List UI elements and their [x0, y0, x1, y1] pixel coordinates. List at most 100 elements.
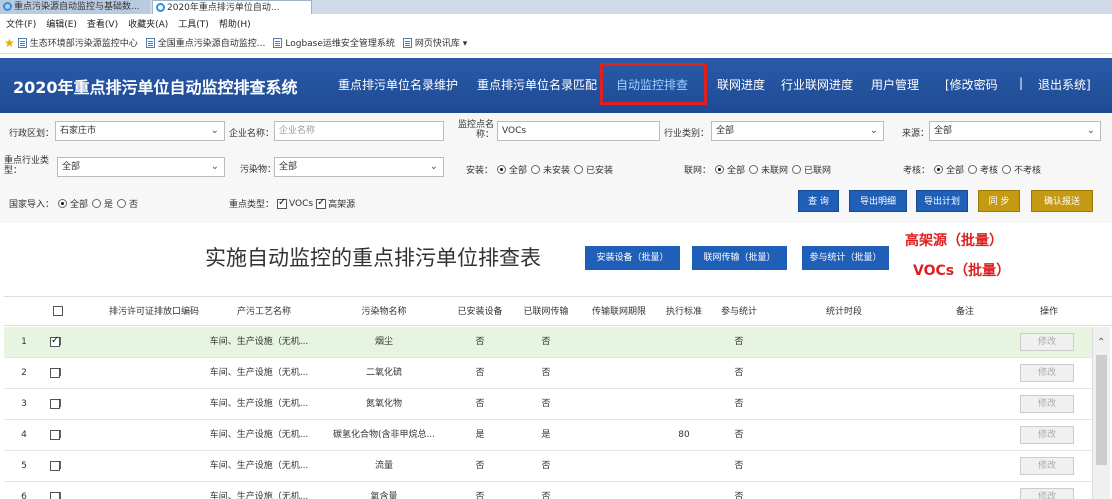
national-radio-group: 国家导入： 全部 是 否 — [9, 199, 139, 210]
batch-network-button[interactable]: 联网传输（批量） — [692, 246, 787, 270]
table-row[interactable]: 6] 车间、生产设施（无机... 氧含量 否 否 否 修改 — [4, 482, 1092, 499]
nav-list-match[interactable]: 重点排污单位名录匹配 — [477, 76, 597, 93]
cell-deadline — [584, 420, 654, 451]
region-select[interactable]: 石家庄市 ⌄ — [55, 121, 225, 141]
menu-edit[interactable]: 编辑(E) — [46, 17, 77, 30]
chevron-down-icon: ⌄ — [1086, 125, 1095, 136]
col-standard: 执行标准 — [665, 307, 702, 317]
col-outlet-code: 排污许可证排放口编码 — [108, 307, 199, 317]
radio-button[interactable] — [1002, 165, 1012, 174]
nav-network-progress[interactable]: 联网进度 — [717, 76, 765, 93]
radio-button[interactable] — [117, 199, 127, 208]
nav-highlight-box — [600, 63, 707, 105]
radio-button[interactable] — [92, 199, 102, 208]
cell-deadline — [584, 482, 654, 499]
menu-view[interactable]: 查看(V) — [87, 17, 118, 30]
cell-standard — [656, 327, 712, 358]
radio-button[interactable] — [715, 165, 725, 174]
nav-list-maintain[interactable]: 重点排污单位名录维护 — [338, 76, 458, 93]
scroll-thumb[interactable] — [1096, 355, 1107, 465]
batch-install-button[interactable]: 安装设备（批量） — [585, 246, 680, 270]
cell-stats: 否 — [734, 337, 744, 347]
company-input[interactable]: 企业名称 — [274, 121, 444, 141]
table-row[interactable]: 3] 车间、生产设施（无机... 氮氧化物 否 否 否 修改 — [4, 389, 1092, 420]
browser-tab-2[interactable]: 2020年重点排污单位自动... — [152, 0, 312, 14]
cell-deadline — [584, 451, 654, 482]
favorite-link[interactable]: 网页快讯库 ▾ — [402, 36, 467, 49]
col-actions: 操作 — [1039, 307, 1058, 317]
radio-button[interactable] — [934, 165, 944, 174]
table-row[interactable]: 5] 车间、生产设施（无机... 流量 否 否 否 修改 — [4, 451, 1092, 482]
radio-button[interactable] — [792, 165, 802, 174]
radio-button[interactable] — [497, 165, 507, 174]
edit-button[interactable]: 修改 — [1020, 395, 1074, 413]
edit-button[interactable]: 修改 — [1020, 333, 1074, 351]
cell-process: 车间、生产设施（无机... — [209, 368, 309, 378]
cell-stats: 否 — [734, 368, 744, 378]
network-radio-group: 联网： 全部 未联网 已联网 — [684, 165, 832, 176]
cell-row-number: 2 — [21, 368, 27, 378]
confirm-submit-button[interactable]: 确认报送 — [1031, 190, 1093, 212]
nav-change-password[interactable]: [修改密码 — [945, 76, 998, 93]
pollutant-label: 污染物： — [240, 165, 277, 175]
radio-button[interactable] — [58, 199, 68, 208]
cell-networked: 否 — [541, 368, 551, 378]
radio-button[interactable] — [574, 165, 584, 174]
col-remark: 备注 — [955, 307, 974, 317]
monitor-input[interactable]: VOCs — [497, 121, 660, 141]
radio-button[interactable] — [968, 165, 978, 174]
select-all-checkbox[interactable] — [53, 306, 63, 316]
cell-stats: 否 — [734, 492, 744, 499]
browser-tab-1[interactable]: 重点污染源自动监控与基础数... — [0, 0, 150, 14]
edit-button[interactable]: 修改 — [1020, 488, 1074, 499]
favorites-star-icon[interactable]: ★ — [4, 36, 15, 50]
export-plan-button[interactable]: 导出计划 — [916, 190, 968, 212]
industry-select[interactable]: 全部 ⌄ — [711, 121, 884, 141]
query-button[interactable]: 查 询 — [798, 190, 839, 212]
edit-button[interactable]: 修改 — [1020, 364, 1074, 382]
sync-button[interactable]: 同 步 — [978, 190, 1020, 212]
col-pollutant: 污染物名称 — [361, 307, 407, 317]
cell-row-number: 4 — [21, 430, 27, 440]
table-row[interactable]: 4] 车间、生产设施（无机... 碳氢化合物(含非甲烷总... 是 是 80 否 修改 — [4, 420, 1092, 451]
radio-button[interactable] — [749, 165, 759, 174]
menu-favorites[interactable]: 收藏夹(A) — [128, 17, 168, 30]
table-header: 排污许可证排放口编码 产污工艺名称 污染物名称 已安装设备 已联网传输 传输联网… — [4, 296, 1112, 326]
checkbox[interactable] — [277, 197, 288, 209]
menu-file[interactable]: 文件(F) — [6, 17, 36, 30]
app-title: 2020年重点排污单位自动监控排查系统 — [13, 78, 298, 97]
app-header: 2020年重点排污单位自动监控排查系统 重点排污单位名录维护 重点排污单位名录匹… — [0, 58, 1112, 113]
table-row[interactable]: 2] 车间、生产设施（无机... 二氧化硫 否 否 否 修改 — [4, 358, 1092, 389]
favorite-link[interactable]: Logbase运维安全管理系统 — [273, 36, 395, 49]
cell-standard — [656, 389, 712, 420]
nav-logout[interactable]: 退出系统] — [1038, 76, 1091, 93]
table-row[interactable]: 1] 车间、生产设施（无机... 烟尘 否 否 否 修改 — [4, 327, 1092, 358]
cell-standard: 80 — [678, 430, 690, 440]
browser-tab-bar: 重点污染源自动监控与基础数... 2020年重点排污单位自动... — [0, 0, 1112, 14]
col-process: 产污工艺名称 — [236, 307, 291, 317]
pollutant-select[interactable]: 全部 ⌄ — [274, 157, 444, 177]
cell-networked: 否 — [541, 492, 551, 499]
edit-button[interactable]: 修改 — [1020, 426, 1074, 444]
nav-industry-progress[interactable]: 行业联网进度 — [781, 76, 853, 93]
nav-user-management[interactable]: 用户管理 — [871, 76, 919, 93]
radio-button[interactable] — [531, 165, 541, 174]
menu-help[interactable]: 帮助(H) — [219, 17, 251, 30]
cell-deadline — [584, 389, 654, 420]
source-select[interactable]: 全部 ⌄ — [929, 121, 1101, 141]
edit-button[interactable]: 修改 — [1020, 457, 1074, 475]
filter-panel: 行政区划： 石家庄市 ⌄ 企业名称： 企业名称 监控点名称： VOCs 行业类别：… — [0, 113, 1112, 223]
checkbox[interactable] — [316, 197, 327, 209]
table-scrollbar[interactable]: ⌃ — [1092, 327, 1110, 499]
export-detail-button[interactable]: 导出明细 — [849, 190, 907, 212]
favorite-link[interactable]: 全国重点污染源自动监控... — [145, 36, 265, 49]
favorite-link[interactable]: 生态环境部污染源监控中心 — [17, 36, 138, 49]
vocs-batch-note: VOCs（批量） — [913, 263, 1011, 279]
menu-tools[interactable]: 工具(T) — [178, 17, 209, 30]
high-source-batch-note: 高架源（批量） — [905, 233, 1003, 249]
chevron-up-icon[interactable]: ⌃ — [1097, 337, 1105, 348]
batch-stats-button[interactable]: 参与统计（批量） — [802, 246, 889, 270]
cell-standard — [656, 358, 712, 389]
page-title: 实施自动监控的重点排污单位排查表 — [205, 246, 541, 270]
key-industry-select[interactable]: 全部 ⌄ — [57, 157, 225, 177]
